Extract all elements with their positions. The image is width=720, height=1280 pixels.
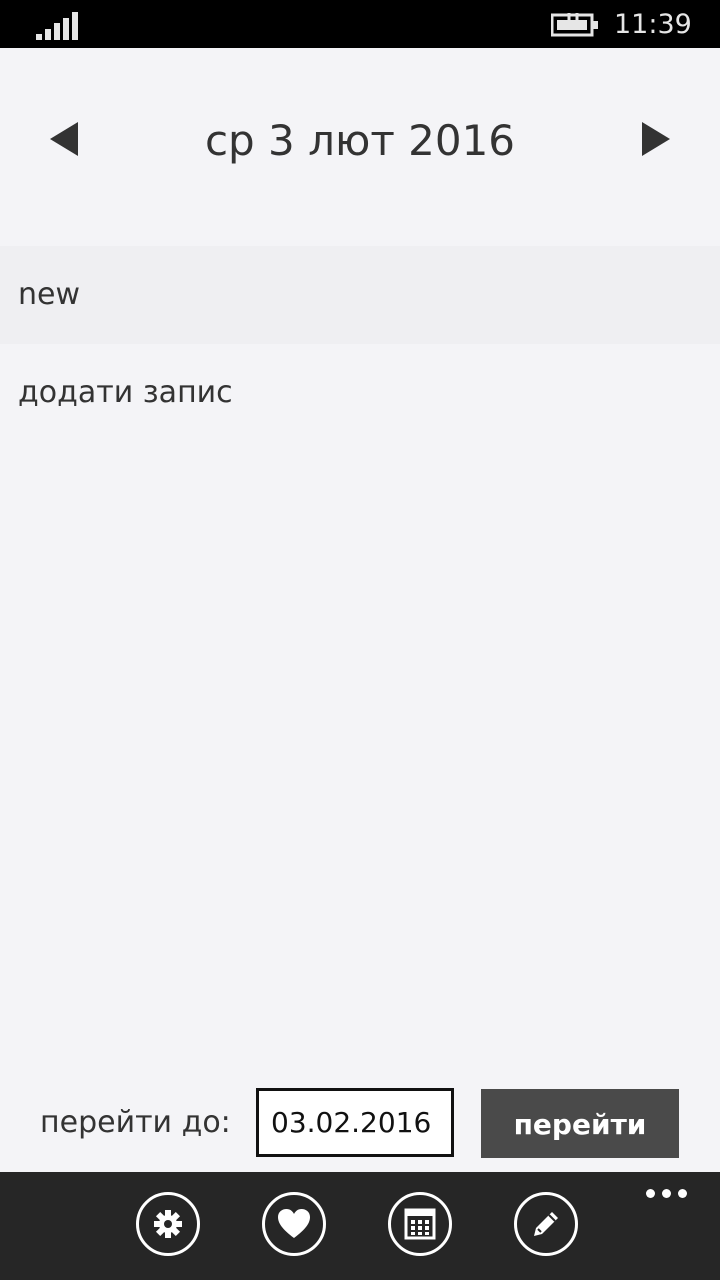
settings-button[interactable] <box>136 1192 200 1256</box>
signal-bars-icon <box>36 12 80 40</box>
battery-charging-icon <box>551 13 598 37</box>
edit-button[interactable] <box>514 1192 578 1256</box>
pencil-icon <box>534 1212 558 1236</box>
list-item[interactable]: new <box>0 246 720 344</box>
triangle-right-icon[interactable] <box>626 118 684 160</box>
triangle-left-icon[interactable] <box>36 118 94 160</box>
date-header: ср 3 лют 2016 <box>0 48 720 246</box>
status-bar: 11:39 <box>0 0 720 48</box>
current-date: ср 3 лют 2016 <box>204 116 516 165</box>
goto-date-field[interactable] <box>256 1088 454 1157</box>
entry-list: new додати запис <box>0 246 720 442</box>
heart-icon <box>278 1209 310 1238</box>
goto-button[interactable]: перейти <box>481 1089 679 1158</box>
calendar-icon <box>404 1208 436 1240</box>
goto-label: перейти до: <box>40 1105 231 1140</box>
status-time: 11:39 <box>614 9 692 40</box>
ellipsis-icon[interactable] <box>644 1184 690 1204</box>
app-bar <box>0 1172 720 1280</box>
gear-icon <box>154 1210 182 1238</box>
add-entry-link[interactable]: додати запис <box>0 344 720 442</box>
calendar-button[interactable] <box>388 1192 452 1256</box>
favorites-button[interactable] <box>262 1192 326 1256</box>
